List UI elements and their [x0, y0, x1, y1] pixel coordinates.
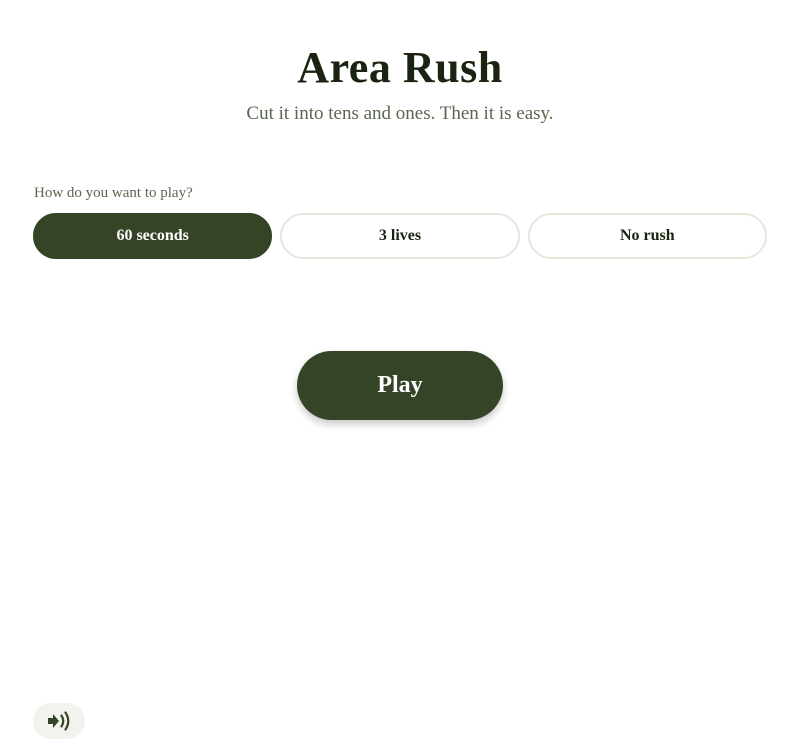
game-subtitle: Cut it into tens and ones. Then it is ea… [246, 103, 554, 124]
sound-toggle-button[interactable] [33, 703, 85, 739]
mode-selector: 60 seconds 3 lives No rush [33, 213, 767, 259]
play-button[interactable]: Play [297, 351, 503, 420]
mode-option-60-seconds[interactable]: 60 seconds [33, 213, 273, 259]
mode-option-3-lives[interactable]: 3 lives [280, 213, 520, 259]
speaker-icon [46, 710, 72, 732]
mode-option-no-rush[interactable]: No rush [527, 213, 767, 259]
game-title: Area Rush [297, 43, 503, 92]
mode-prompt: How do you want to play? [34, 185, 193, 201]
